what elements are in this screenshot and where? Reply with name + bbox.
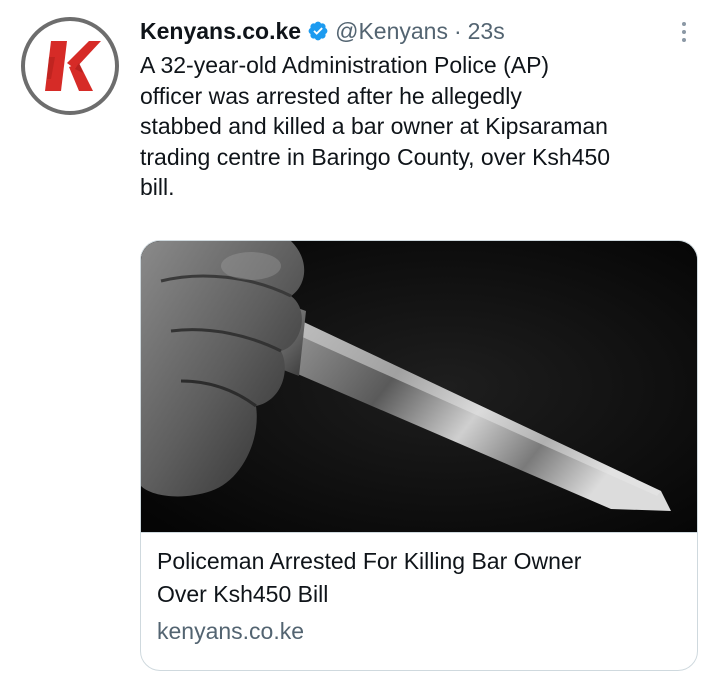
more-options-button[interactable]: [674, 18, 694, 46]
verified-badge-icon: [308, 21, 328, 41]
card-image[interactable]: [141, 241, 697, 532]
kenyans-k-logo-icon: [21, 17, 119, 115]
link-card[interactable]: Policeman Arrested For Killing Bar Owner…: [140, 240, 698, 671]
tweet-text: A 32-year-old Administration Police (AP)…: [140, 52, 611, 200]
timestamp[interactable]: 23s: [468, 14, 505, 48]
card-domain[interactable]: kenyans.co.ke: [157, 616, 681, 646]
avatar[interactable]: [21, 17, 119, 115]
handle[interactable]: @Kenyans: [335, 14, 448, 48]
separator-dot: ·: [453, 18, 462, 44]
card-body[interactable]: Policeman Arrested For Killing Bar Owner…: [141, 532, 697, 670]
card-title[interactable]: Policeman Arrested For Killing Bar Owner…: [157, 545, 681, 611]
tweet-header: Kenyans.co.ke @Kenyans · 23s: [140, 14, 505, 48]
hand-holding-knife-image: [141, 241, 697, 532]
more-vertical-icon: [682, 22, 686, 26]
display-name[interactable]: Kenyans.co.ke: [140, 14, 301, 48]
